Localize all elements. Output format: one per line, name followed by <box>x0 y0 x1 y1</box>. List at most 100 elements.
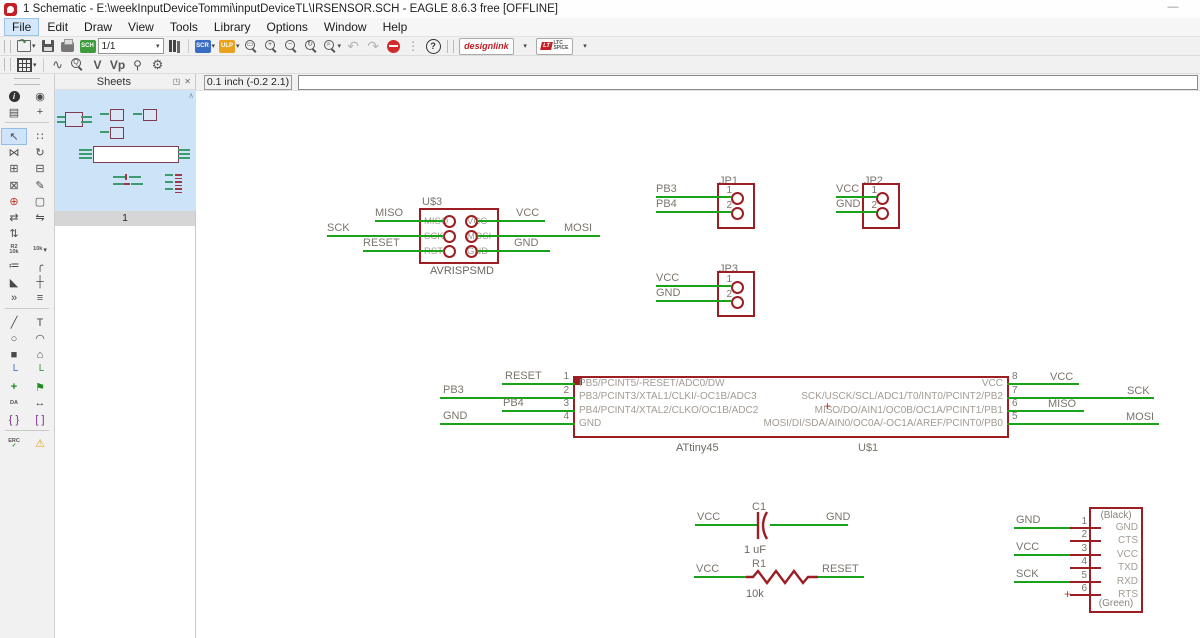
thumb-scroll-up-icon[interactable]: ∧ <box>188 91 194 100</box>
paste-tool[interactable]: ⊟ <box>27 161 53 177</box>
display-layers-tool[interactable]: ▤ <box>1 104 27 120</box>
net-label-gnd[interactable]: GND <box>514 237 538 249</box>
net-label-gnd-jp2[interactable]: GND <box>836 198 860 210</box>
net-label-mosi[interactable]: MOSI <box>564 222 592 234</box>
change-wrench-tool[interactable]: ✎ <box>27 177 53 193</box>
capacitor-symbol-c1[interactable] <box>753 511 773 540</box>
net-label-reset-u1[interactable]: RESET <box>505 370 542 382</box>
smash-tool[interactable]: 10k ▾ <box>27 242 53 258</box>
mirror-tool[interactable]: ⋈ <box>1 145 27 161</box>
part-value-u1[interactable]: ATtiny45 <box>676 442 719 454</box>
command-line-input[interactable] <box>298 74 1198 90</box>
net-wire-vcc[interactable] <box>477 220 545 222</box>
current-probe-icon[interactable]: ⚲ <box>130 57 146 73</box>
menu-item-help[interactable]: Help <box>375 18 416 36</box>
menu-item-file[interactable]: File <box>4 18 40 36</box>
info-tool[interactable]: i <box>1 88 27 104</box>
net-label-sck[interactable]: SCK <box>327 222 350 234</box>
menu-item-draw[interactable]: Draw <box>76 18 120 36</box>
circle-tool[interactable]: ○ <box>1 331 27 347</box>
library-icon[interactable] <box>166 38 182 54</box>
rect-tool[interactable]: ■ <box>1 347 27 363</box>
save-icon[interactable] <box>40 38 56 54</box>
label-tool[interactable]: ⚑ <box>27 379 53 395</box>
delete-tool[interactable]: ⊠ <box>1 177 27 193</box>
sheet-item-1[interactable]: 1 <box>55 211 195 226</box>
net-label-sck-ftdi[interactable]: SCK <box>1016 568 1039 580</box>
net-wire-gnd-jp3[interactable] <box>656 300 732 302</box>
net-label-vcc[interactable]: VCC <box>516 207 539 219</box>
replace-tool[interactable]: ⇋ <box>27 209 53 225</box>
net-wire-miso-u1[interactable] <box>1007 410 1084 412</box>
net-wire-sck-ftdi[interactable] <box>1014 581 1070 583</box>
erc-errors-tool[interactable]: ⚠ <box>27 436 53 452</box>
menu-item-tools[interactable]: Tools <box>162 18 206 36</box>
probe-zoom-icon[interactable]: Q <box>70 57 86 73</box>
net-label-sck-u1[interactable]: SCK <box>1127 385 1150 397</box>
net-wire-gnd-jp2[interactable] <box>836 211 877 213</box>
palette-handle[interactable] <box>14 78 40 85</box>
module-tool[interactable]: { } <box>1 412 27 428</box>
zoom-in-icon[interactable]: + <box>264 38 280 54</box>
net-label-vcc-jp3[interactable]: VCC <box>656 272 679 284</box>
wire-tool[interactable]: ╱ <box>1 314 27 330</box>
simulate-wave-icon[interactable]: ∿ <box>50 57 66 73</box>
group-tool[interactable]: ▢ <box>27 193 53 209</box>
run-ulp-icon[interactable]: ULP ▾ <box>219 38 240 54</box>
ltspice-dropdown-icon[interactable]: ▾ <box>576 38 592 54</box>
open-file-icon[interactable]: ▾ <box>17 37 36 54</box>
net-label-vcc-r1[interactable]: VCC <box>696 563 719 575</box>
net-label-gnd-ftdi[interactable]: GND <box>1016 514 1040 526</box>
text-tool[interactable]: T <box>27 314 53 330</box>
arc-tool[interactable]: ◠ <box>27 331 53 347</box>
erc-tool[interactable]: ERC ✓ <box>1 436 27 452</box>
menu-item-window[interactable]: Window <box>316 18 375 36</box>
net-wire-vcc-ftdi[interactable] <box>1014 554 1070 556</box>
net-label-mosi-u1[interactable]: MOSI <box>1126 411 1154 423</box>
undo-icon[interactable]: ↶ <box>345 38 361 54</box>
net-label-vcc-c1[interactable]: VCC <box>697 511 720 523</box>
net-wire-gnd-u1[interactable] <box>440 423 575 425</box>
sheet-page-selector[interactable]: 1/1 ▾ <box>97 38 164 54</box>
redo-icon[interactable]: ↷ <box>365 38 381 54</box>
help-icon[interactable]: ? <box>425 38 441 54</box>
traffic-dots-icon[interactable]: ⋮ <box>405 38 421 54</box>
net-label-miso[interactable]: MISO <box>375 207 403 219</box>
net-wire-pb4[interactable] <box>656 211 732 213</box>
zoom-redraw-icon[interactable]: ↻ <box>304 38 320 54</box>
ltspice-button[interactable]: LT LTC SPICE <box>535 37 574 55</box>
grid-icon[interactable]: ▾ <box>17 57 37 73</box>
menu-item-edit[interactable]: Edit <box>39 18 76 36</box>
add-part-tool[interactable]: ⊕ <box>1 193 27 209</box>
mark-tool[interactable]: + <box>27 104 53 120</box>
float-panel-icon[interactable]: ◳ <box>173 77 181 86</box>
close-panel-icon[interactable]: ✕ <box>184 77 191 86</box>
net-label-gnd-u1[interactable]: GND <box>443 410 467 422</box>
part-value-r1[interactable]: 10k <box>746 588 764 600</box>
net-label-vcc-ftdi[interactable]: VCC <box>1016 541 1039 553</box>
toolbar-grip-3[interactable] <box>4 58 11 71</box>
zoom-fit-icon[interactable]: ▭ <box>244 38 260 54</box>
toolbar-grip[interactable] <box>4 39 11 53</box>
net-label-pb3-u1[interactable]: PB3 <box>443 384 464 396</box>
sheet-thumbnail[interactable]: ∧ <box>55 90 196 211</box>
pinswap-tool[interactable]: ⇄ <box>1 209 27 225</box>
run-script-icon[interactable]: SCR ▾ <box>194 38 215 54</box>
polygon-tool[interactable]: ⌂ <box>27 347 53 363</box>
toolbar-grip-2[interactable] <box>447 39 455 53</box>
zoom-out-icon[interactable]: − <box>284 38 300 54</box>
invoke-tool[interactable]: » <box>1 290 27 306</box>
part-name-u1[interactable]: U$1 <box>858 442 878 454</box>
move-tool[interactable]: ∷ <box>27 128 53 144</box>
net-label-gnd-c1[interactable]: GND <box>826 511 850 523</box>
part-value-u3[interactable]: AVRISPSMD <box>430 265 494 277</box>
stop-icon[interactable] <box>385 38 401 54</box>
show-eye-tool[interactable]: ◉ <box>27 88 53 104</box>
part-value-c1[interactable]: 1 uF <box>744 544 766 556</box>
attribute-tool[interactable]: DA <box>1 395 27 411</box>
miter-tool[interactable]: ╭ <box>27 258 53 274</box>
optimize-tool[interactable]: ┼ <box>27 274 53 290</box>
net-label-pb4[interactable]: PB4 <box>656 198 677 210</box>
rotate-tool[interactable]: ↻ <box>27 145 53 161</box>
menu-item-library[interactable]: Library <box>206 18 259 36</box>
